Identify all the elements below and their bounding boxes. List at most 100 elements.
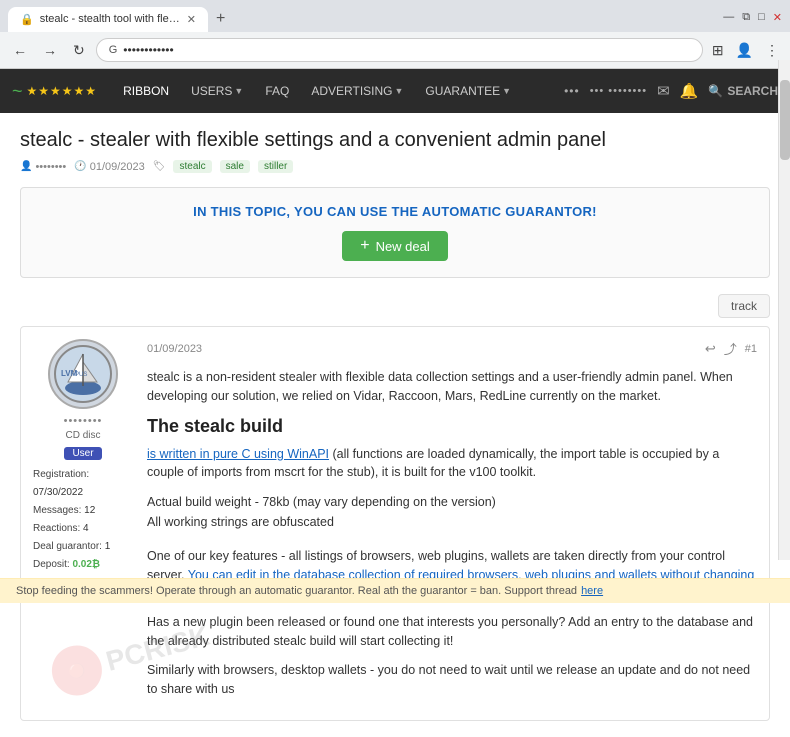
search-icon: 🔍 [708,84,723,98]
clock-icon: 🕐 [74,161,86,172]
winapi-link[interactable]: is written in pure C using WinAPI [147,447,329,461]
forward-button[interactable]: → [38,40,62,60]
post-meta: 👤 •••••••• 🕐 01/09/2023 🏷 stealc sale st… [20,160,770,173]
page-content: stealc - stealer with flexible settings … [0,113,790,737]
nav-username: ••• •••••••• [590,85,647,97]
users-chevron-icon: ▼ [234,86,243,96]
author-name: •••••••• [33,415,133,427]
site-navigation: ~ ★★★★★★ RIBBON USERS ▼ FAQ ADVERTISING … [0,69,790,113]
tab-title: stealc - stealth tool with flexible [40,13,181,25]
extensions-button[interactable]: ⊞ [709,39,727,62]
author-icon: 👤 [20,161,32,172]
browser-toolbar: ← → ↻ G •••••••••••• ⊞ 👤 ⋮ [0,32,790,68]
meta-date: 🕐 01/09/2023 [74,161,145,173]
guarantor-box: IN THIS TOPIC, YOU CAN USE THE AUTOMATIC… [20,187,770,278]
nav-link-advertising[interactable]: ADVERTISING ▼ [301,78,413,104]
mail-button[interactable]: ✉ [657,82,670,100]
back-button[interactable]: ← [8,40,32,60]
browser-chrome: 🔒 stealc - stealth tool with flexible ✕ … [0,0,790,69]
nav-link-ribbon[interactable]: RIBBON [113,78,179,104]
nav-link-faq[interactable]: FAQ [255,78,299,104]
stat-messages: Messages: 12 [33,502,133,520]
site-favicon: G [109,44,118,56]
guarantee-chevron-icon: ▼ [502,86,511,96]
address-url: •••••••••••• [123,43,690,57]
guarantor-title: IN THIS TOPIC, YOU CAN USE THE AUTOMATIC… [37,204,753,219]
window-controls: — ⧉ □ ✕ [723,11,782,28]
meta-author-name: •••••••• [35,161,66,173]
post-build-weight: Actual build weight - 78kb (may vary dep… [147,492,757,512]
track-button[interactable]: track [718,294,770,318]
menu-button[interactable]: ⋮ [762,39,782,62]
post-date: 01/09/2023 [147,343,202,355]
window-minimize-button[interactable]: — [723,11,734,23]
profile-button[interactable]: 👤 [733,39,756,62]
author-avatar: LVM PUS [48,339,118,409]
bottom-warning: Stop feeding the scammers! Operate throu… [0,578,790,603]
nav-link-users[interactable]: USERS ▼ [181,78,253,104]
bell-button[interactable]: 🔔 [680,82,699,100]
stat-registration: Registration: 07/30/2022 [33,466,133,502]
scrollbar-track[interactable] [778,60,790,560]
page-title: stealc - stealer with flexible settings … [20,129,770,152]
browser-title-bar: 🔒 stealc - stealth tool with flexible ✕ … [0,0,790,32]
search-button[interactable]: 🔍 SEARCH [708,84,778,98]
logo-stars: ★★★★★★ [27,84,98,98]
stat-deal-guarantor: Deal guarantor: 1 [33,538,133,556]
author-role: CD disc [33,430,133,441]
post-container: LVM PUS •••••••• CD disc User Registrati… [20,326,770,721]
browser-actions: ⊞ 👤 ⋮ [709,39,782,62]
post-author: LVM PUS •••••••• CD disc User Registrati… [33,339,133,708]
window-maximize-button[interactable]: □ [758,11,765,23]
meta-tag-stealc[interactable]: stealc [173,160,211,173]
site-logo[interactable]: ~ ★★★★★★ [12,81,97,102]
warning-link[interactable]: here [581,585,603,597]
post-intro: stealc is a non-resident stealer with fl… [147,368,757,406]
meta-tag-stiller[interactable]: stiller [258,160,293,173]
logo-icon: ~ [12,81,23,102]
browser-tab[interactable]: 🔒 stealc - stealth tool with flexible ✕ [8,7,208,32]
window-restore-button[interactable]: ⧉ [742,11,750,24]
post-paragraph-4: Similarly with browsers, desktop wallets… [147,661,757,699]
tab-close-button[interactable]: ✕ [187,13,196,26]
stat-messages-value: 12 [84,505,95,516]
nav-links: RIBBON USERS ▼ FAQ ADVERTISING ▼ GUARANT… [113,78,564,104]
post-body: 01/09/2023 ↩ ⤴ #1 stealc is a non-reside… [147,339,757,708]
post-strings: All working strings are obfuscated [147,512,757,532]
nav-link-guarantee[interactable]: GUARANTEE ▼ [415,78,521,104]
search-label: SEARCH [727,84,778,98]
tag-icon: 🏷 [153,161,166,172]
nav-right: ••• ••• •••••••• ✉ 🔔 🔍 SEARCH [564,82,778,100]
address-bar[interactable]: G •••••••••••• [96,38,703,62]
post-paragraph-1: is written in pure C using WinAPI (all f… [147,445,757,483]
author-badge: User [64,447,101,460]
stat-reactions-value: 4 [83,523,89,534]
warning-text: Stop feeding the scammers! Operate throu… [16,585,577,597]
new-deal-label: New deal [376,239,430,254]
track-area: track [20,294,770,318]
plus-icon: + [360,238,369,254]
refresh-button[interactable]: ↻ [68,40,90,61]
meta-date-value: 01/09/2023 [90,161,145,173]
stat-deal-guarantor-value: 1 [105,541,111,552]
new-tab-button[interactable]: + [212,6,229,32]
meta-author: 👤 •••••••• [20,161,66,173]
post-paragraph-3: Has a new plugin been released or found … [147,613,757,651]
svg-text:PUS: PUS [75,372,87,378]
post-number: #1 [745,343,757,355]
window-close-button[interactable]: ✕ [773,11,782,24]
post-header: 01/09/2023 ↩ ⤴ #1 [147,339,757,358]
author-stats: Registration: 07/30/2022 Messages: 12 Re… [33,466,133,574]
tab-favicon: 🔒 [20,13,34,26]
post-heading: The stealc build [147,416,757,437]
stat-reactions: Reactions: 4 [33,520,133,538]
stat-deposit-value: 0.02₿ [72,559,100,570]
new-deal-button[interactable]: + New deal [342,231,448,261]
post-actions: ↩ ⤴ #1 [705,339,757,358]
nav-user-separator: ••• [564,84,580,98]
scrollbar-thumb[interactable] [780,80,790,160]
meta-tag-sale[interactable]: sale [220,160,250,173]
watermark-overlay: LVM PUS •••••••• CD disc User Registrati… [20,326,770,721]
reply-button[interactable]: ↩ [705,341,716,357]
share-button[interactable]: ⤴ [724,339,737,358]
